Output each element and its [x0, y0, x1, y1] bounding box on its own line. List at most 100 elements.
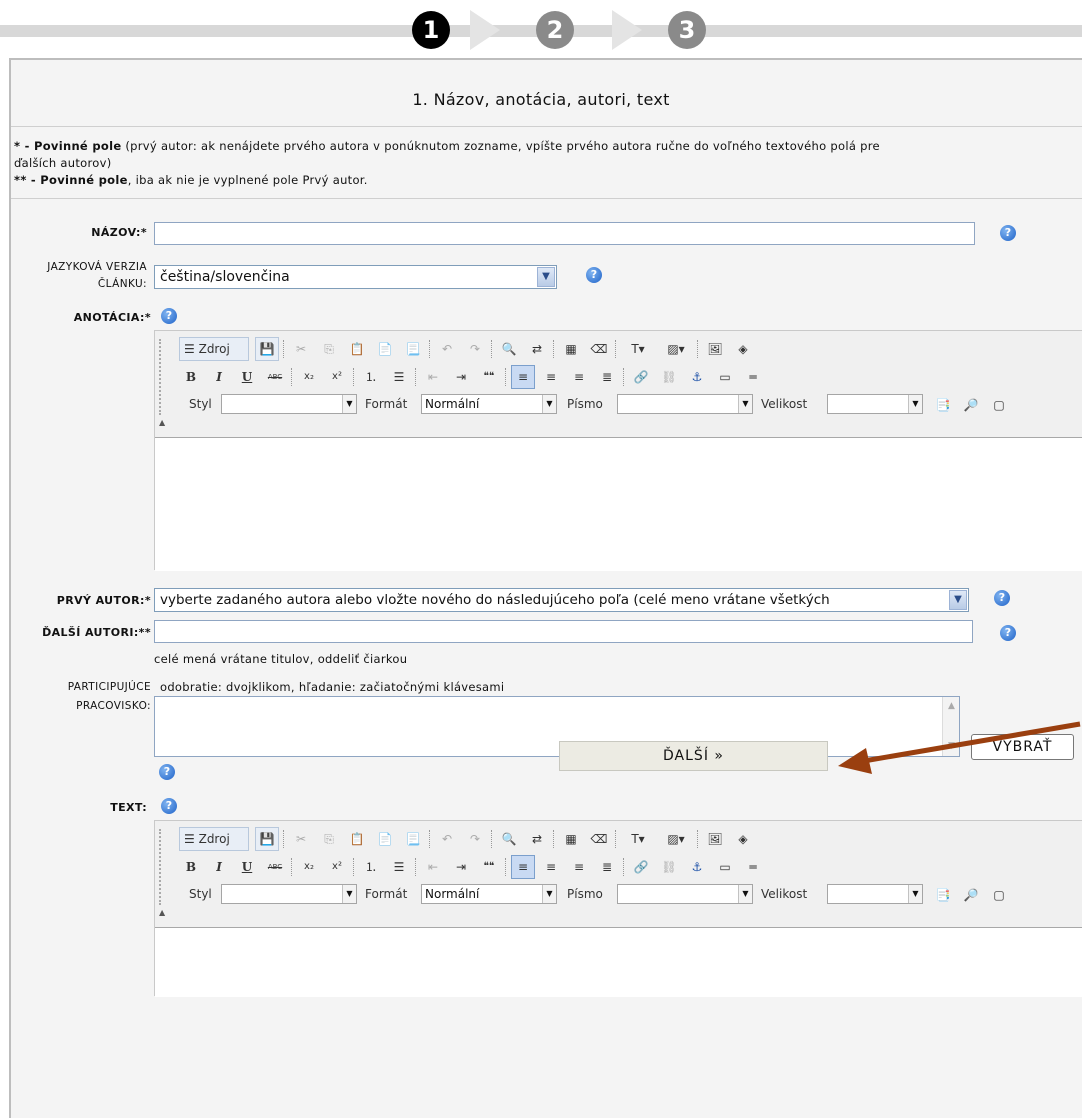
chevron-down-icon[interactable]: ▼	[342, 395, 356, 413]
indent-icon[interactable]: ⇥	[449, 855, 473, 879]
style-select[interactable]: ▼	[221, 394, 357, 414]
align-center-icon[interactable]: ≡	[539, 365, 563, 389]
justify-icon[interactable]: ≣	[595, 365, 619, 389]
paste-text-icon[interactable]: 📄	[373, 337, 397, 361]
save-icon[interactable]: 💾	[255, 337, 279, 361]
help-icon[interactable]: ?	[994, 590, 1010, 606]
source-button[interactable]: ☰ Zdroj	[179, 337, 249, 361]
text-color-icon[interactable]: T▾	[621, 337, 655, 361]
annotation-editor-area[interactable]	[155, 437, 1082, 571]
toolbar-grip[interactable]	[159, 339, 162, 415]
chevron-down-icon[interactable]: ▼	[738, 885, 752, 903]
strikethrough-button[interactable]: ABC	[263, 365, 287, 389]
help-icon[interactable]: ?	[159, 764, 175, 780]
bulleted-list-icon[interactable]: ☰	[387, 365, 411, 389]
indent-icon[interactable]: ⇥	[449, 365, 473, 389]
align-right-icon[interactable]: ≡	[567, 365, 591, 389]
help-icon[interactable]: ?	[1000, 625, 1016, 641]
redo-icon[interactable]: ↷	[463, 337, 487, 361]
link-icon[interactable]: 🔗	[629, 855, 653, 879]
paste-icon[interactable]: 📋	[345, 337, 369, 361]
superscript-button[interactable]: x²	[325, 855, 349, 879]
numbered-list-icon[interactable]: ⒈	[359, 855, 383, 879]
chevron-down-icon[interactable]: ▼	[542, 395, 556, 413]
strikethrough-button[interactable]: ABC	[263, 855, 287, 879]
help-icon[interactable]: ?	[1000, 225, 1016, 241]
scrollbar[interactable]: ▲ ▼	[942, 697, 959, 756]
first-author-select[interactable]: vyberte zadaného autora alebo vložte nov…	[154, 588, 969, 612]
image-icon[interactable]: 🖼	[703, 827, 727, 851]
blockquote-button[interactable]: ❝❝	[477, 855, 501, 879]
paste-word-icon[interactable]: 📃	[401, 827, 425, 851]
text-color-icon[interactable]: T▾	[621, 827, 655, 851]
chevron-down-icon[interactable]: ▼	[542, 885, 556, 903]
style-select[interactable]: ▼	[221, 884, 357, 904]
bg-color-icon[interactable]: ▨▾	[659, 337, 693, 361]
paste-word-icon[interactable]: 📃	[401, 337, 425, 361]
chevron-down-icon[interactable]: ▼	[949, 590, 967, 610]
outdent-icon[interactable]: ⇤	[421, 365, 445, 389]
unlink-icon[interactable]: ⛓	[657, 365, 681, 389]
unlink-icon[interactable]: ⛓	[657, 855, 681, 879]
workplace-listbox[interactable]: ▲ ▼	[154, 696, 960, 757]
superscript-button[interactable]: x²	[325, 365, 349, 389]
undo-icon[interactable]: ↶	[435, 827, 459, 851]
align-right-icon[interactable]: ≡	[567, 855, 591, 879]
chevron-down-icon[interactable]: ▼	[908, 885, 922, 903]
text-editor-area[interactable]	[155, 927, 1082, 997]
italic-button[interactable]: I	[207, 365, 231, 389]
templates-icon[interactable]: 📑	[931, 883, 955, 907]
anchor-icon[interactable]: ⚓	[685, 365, 709, 389]
cut-icon[interactable]: ✂	[289, 827, 313, 851]
title-input[interactable]	[154, 222, 975, 245]
maximize-icon[interactable]: ▢	[987, 883, 1011, 907]
next-button[interactable]: ĎALŠÍ »	[559, 741, 828, 771]
templates-icon[interactable]: 📑	[931, 393, 955, 417]
remove-format-icon[interactable]: ⌫	[587, 337, 611, 361]
paste-text-icon[interactable]: 📄	[373, 827, 397, 851]
select-workplace-button[interactable]: VYBRAŤ	[971, 734, 1074, 760]
flash-icon[interactable]: ◈	[731, 827, 755, 851]
format-select[interactable]: Normální ▼	[421, 394, 557, 414]
source-button[interactable]: ☰ Zdroj	[179, 827, 249, 851]
size-select[interactable]: ▼	[827, 394, 923, 414]
other-authors-input[interactable]	[154, 620, 973, 643]
help-icon[interactable]: ?	[161, 308, 177, 324]
image-icon[interactable]: 🖼	[703, 337, 727, 361]
underline-button[interactable]: U	[235, 855, 259, 879]
table-icon[interactable]: ▭	[713, 365, 737, 389]
language-select[interactable]: čeština/slovenčina ▼	[154, 265, 557, 289]
paste-icon[interactable]: 📋	[345, 827, 369, 851]
find-icon[interactable]: 🔍	[497, 337, 521, 361]
blockquote-button[interactable]: ❝❝	[477, 365, 501, 389]
format-select[interactable]: Normální ▼	[421, 884, 557, 904]
size-select[interactable]: ▼	[827, 884, 923, 904]
maximize-icon[interactable]: ▢	[987, 393, 1011, 417]
copy-icon[interactable]: ⎘	[317, 337, 341, 361]
horizontal-rule-icon[interactable]: ═	[741, 365, 765, 389]
anchor-icon[interactable]: ⚓	[685, 855, 709, 879]
link-icon[interactable]: 🔗	[629, 365, 653, 389]
scroll-up-icon[interactable]: ▲	[944, 699, 959, 714]
help-icon[interactable]: ?	[161, 798, 177, 814]
preview-icon[interactable]: 🔎	[959, 393, 983, 417]
align-left-icon[interactable]: ≡	[511, 365, 535, 389]
save-icon[interactable]: 💾	[255, 827, 279, 851]
find-icon[interactable]: 🔍	[497, 827, 521, 851]
outdent-icon[interactable]: ⇤	[421, 855, 445, 879]
copy-icon[interactable]: ⎘	[317, 827, 341, 851]
scroll-down-icon[interactable]: ▼	[944, 739, 959, 754]
subscript-button[interactable]: x₂	[297, 855, 321, 879]
numbered-list-icon[interactable]: ⒈	[359, 365, 383, 389]
chevron-down-icon[interactable]: ▼	[342, 885, 356, 903]
collapse-toolbar-icon[interactable]: ▲	[159, 908, 165, 917]
select-all-icon[interactable]: ▦	[559, 827, 583, 851]
font-select[interactable]: ▼	[617, 884, 753, 904]
justify-icon[interactable]: ≣	[595, 855, 619, 879]
remove-format-icon[interactable]: ⌫	[587, 827, 611, 851]
bold-button[interactable]: B	[179, 365, 203, 389]
cut-icon[interactable]: ✂	[289, 337, 313, 361]
table-icon[interactable]: ▭	[713, 855, 737, 879]
replace-icon[interactable]: ⇄	[525, 827, 549, 851]
align-center-icon[interactable]: ≡	[539, 855, 563, 879]
